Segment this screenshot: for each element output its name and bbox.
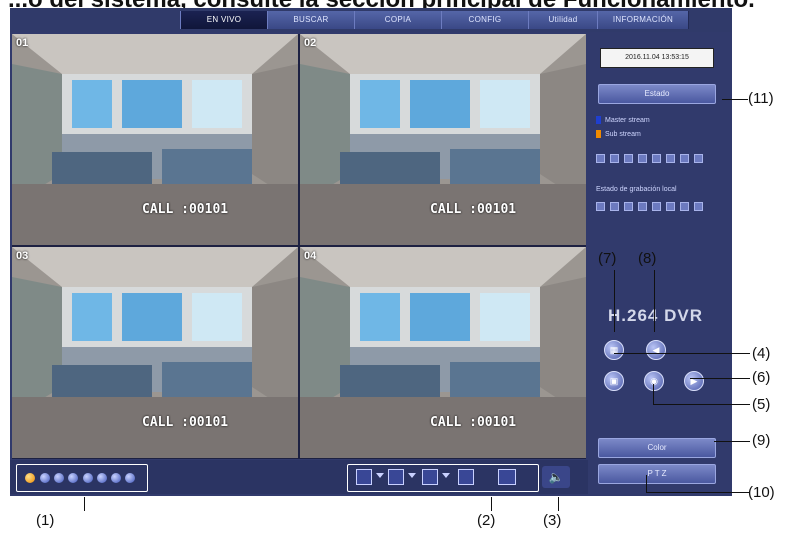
callout-8: (8): [638, 250, 657, 267]
orange-square-icon: [596, 130, 601, 139]
stream-square-5: [652, 154, 661, 163]
camera-overlay-text: CALL :00101: [430, 415, 517, 430]
callout-line-7: [614, 270, 615, 332]
channel-dot-3[interactable]: [54, 473, 64, 483]
channel-dot-2[interactable]: [40, 473, 50, 483]
channel-label: 01: [16, 37, 29, 49]
blue-square-icon: [596, 116, 601, 125]
channel-label: 04: [304, 250, 317, 262]
tab-backup[interactable]: COPIA: [354, 11, 442, 29]
color-button[interactable]: Color: [598, 438, 716, 458]
channel-dot-8[interactable]: [125, 473, 135, 483]
callout-11: (11): [748, 90, 774, 107]
callout-3: (3): [543, 512, 562, 529]
datetime-display: 2016.11.04 13:53:15: [600, 48, 714, 68]
rec-square-6: [666, 202, 675, 211]
tab-utility[interactable]: Utilidad: [528, 11, 598, 29]
stream-square-2: [610, 154, 619, 163]
play-icon[interactable]: ▶: [684, 371, 704, 391]
rec-square-3: [624, 202, 633, 211]
channel-dot-1[interactable]: [25, 473, 35, 483]
stream-square-6: [666, 154, 675, 163]
callout-2: (2): [477, 512, 496, 529]
callout-line-4: [614, 353, 750, 354]
camera-grid: 01 CALL :00101 02 CALL :00101 03 CALL:0…: [12, 34, 586, 459]
legend-master-stream: Master stream: [596, 116, 650, 126]
channel-dot-6[interactable]: [97, 473, 107, 483]
tab-config[interactable]: CONFIG: [441, 11, 529, 29]
rec-square-5: [652, 202, 661, 211]
callout-1: (1): [36, 512, 55, 529]
callout-line-10b: [646, 492, 750, 493]
callout-line-9: [714, 441, 750, 442]
stream-square-7: [680, 154, 689, 163]
split-9-icon[interactable]: [422, 469, 438, 485]
split-16-icon[interactable]: [458, 469, 474, 485]
camera-view-1[interactable]: 01 CALL :00101: [12, 34, 298, 245]
zoom-icon[interactable]: ▦: [604, 340, 624, 360]
sequence-icon[interactable]: [498, 469, 516, 485]
channel-dot-5[interactable]: [83, 473, 93, 483]
tab-information[interactable]: INFORMACIÓN: [597, 11, 689, 29]
callout-5: (5): [752, 396, 771, 413]
callout-line-5b: [653, 404, 750, 405]
recording-status-label: Estado de grabación local: [596, 186, 677, 193]
split-4-icon[interactable]: [388, 469, 404, 485]
callout-9: (9): [752, 432, 771, 449]
tab-search[interactable]: BUSCAR: [267, 11, 355, 29]
dvr-brand-label: H.264 DVR: [608, 306, 703, 325]
callout-7: (7): [598, 250, 617, 267]
callout-line-3: [558, 497, 559, 511]
chevron-down-icon[interactable]: [376, 473, 384, 478]
callout-line-6: [690, 378, 750, 379]
camera-view-3[interactable]: 03 CALL :00101: [12, 247, 298, 458]
callout-line-8: [654, 270, 655, 332]
camera-view-2[interactable]: 02 CALL :00101: [300, 34, 586, 245]
channel-selector-group: [16, 464, 148, 492]
rec-square-7: [680, 202, 689, 211]
split-1-icon[interactable]: [356, 469, 372, 485]
camera-overlay-text: CALL :00101: [142, 415, 229, 430]
rec-square-4: [638, 202, 647, 211]
snapshot-camera-icon[interactable]: ▣: [604, 371, 624, 391]
stream-square-1: [596, 154, 605, 163]
channel-dot-4[interactable]: [68, 473, 78, 483]
chevron-down-icon[interactable]: [408, 473, 416, 478]
main-menu-bar: EN VIVO BUSCAR COPIA CONFIG Utilidad INF…: [10, 8, 732, 32]
rec-square-1: [596, 202, 605, 211]
callout-line-2: [491, 497, 492, 511]
legend-sub-stream: Sub stream: [596, 130, 641, 140]
split-screen-selector: [347, 464, 539, 492]
stream-square-8: [694, 154, 703, 163]
chevron-down-icon[interactable]: [442, 473, 450, 478]
ptz-button[interactable]: P T Z: [598, 464, 716, 484]
camera-overlay-text: CALL :00101: [430, 202, 517, 217]
volume-icon[interactable]: ◀: [646, 340, 666, 360]
bottom-toolbar: 🔈: [10, 460, 590, 494]
callout-6: (6): [752, 369, 771, 386]
camera-view-4[interactable]: 04 CALL :00101: [300, 247, 586, 458]
callout-line-11: [722, 99, 748, 100]
channel-label: 03: [16, 250, 29, 262]
callout-line-10a: [646, 475, 647, 492]
callout-line-1: [84, 497, 85, 511]
callout-10: (10): [748, 484, 775, 501]
camera-overlay-text: CALL :00101: [142, 202, 229, 217]
callout-4: (4): [752, 345, 771, 362]
stream-square-3: [624, 154, 633, 163]
channel-dot-7[interactable]: [111, 473, 121, 483]
stream-square-4: [638, 154, 647, 163]
rec-square-2: [610, 202, 619, 211]
channel-label: 02: [304, 37, 317, 49]
rec-square-8: [694, 202, 703, 211]
tab-live[interactable]: EN VIVO: [180, 11, 268, 29]
record-icon[interactable]: ◉: [644, 371, 664, 391]
callout-line-5a: [653, 384, 654, 404]
status-button[interactable]: Estado: [598, 84, 716, 104]
dvr-live-view-window: EN VIVO BUSCAR COPIA CONFIG Utilidad INF…: [10, 8, 732, 496]
speaker-icon[interactable]: 🔈: [542, 466, 570, 488]
